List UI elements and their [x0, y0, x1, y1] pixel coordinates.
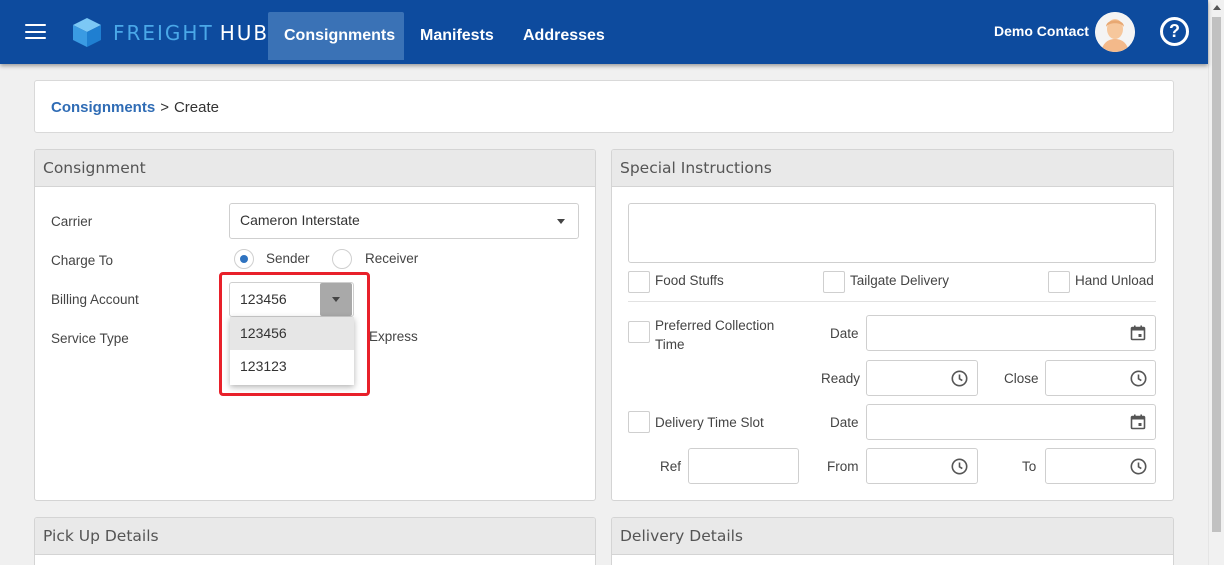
clock-icon[interactable] [1130, 370, 1147, 387]
nav-manifests[interactable]: Manifests [404, 12, 510, 60]
consignment-card-title: Consignment [35, 150, 595, 187]
special-instructions-textarea[interactable] [628, 203, 1156, 263]
pickup-details-card: Pick Up Details [34, 517, 596, 565]
nav-consignments[interactable]: Consignments [268, 12, 404, 60]
service-type-express-label[interactable]: Express [369, 329, 418, 344]
billing-account-option[interactable]: 123123 [230, 350, 354, 383]
charge-to-sender-radio[interactable] [234, 249, 254, 269]
nav-addresses[interactable]: Addresses [507, 12, 621, 60]
ready-label: Ready [821, 371, 861, 386]
from-time-input[interactable] [866, 448, 978, 484]
collection-date-label: Date [830, 326, 859, 341]
tailgate-delivery-checkbox[interactable] [823, 271, 845, 293]
breadcrumb-consignments-link[interactable]: Consignments [51, 99, 155, 116]
menu-icon[interactable] [25, 24, 46, 39]
delivery-details-card-title: Delivery Details [612, 518, 1173, 555]
breadcrumb-current: Create [173, 99, 219, 116]
to-label: To [1022, 459, 1037, 474]
scroll-up-arrow-icon[interactable] [1213, 5, 1221, 10]
caret-down-icon [332, 297, 340, 302]
delivery-time-slot-label[interactable]: Delivery Time Slot [655, 415, 764, 430]
vertical-scrollbar[interactable] [1208, 0, 1224, 565]
billing-account-option[interactable]: 123456 [230, 317, 354, 350]
user-name[interactable]: Demo Contact [994, 23, 1089, 39]
preferred-collection-checkbox[interactable] [628, 321, 650, 343]
billing-account-label: Billing Account [51, 292, 139, 307]
charge-to-sender-label[interactable]: Sender [266, 251, 310, 266]
top-navigation-bar: FREIGHT HUB Consignments Manifests Addres… [0, 0, 1208, 64]
charge-to-receiver-label[interactable]: Receiver [365, 251, 418, 266]
billing-account-dropdown-toggle[interactable] [320, 283, 352, 316]
hand-unload-label[interactable]: Hand Unload [1075, 273, 1154, 288]
service-type-label: Service Type [51, 331, 129, 346]
scroll-thumb[interactable] [1212, 17, 1221, 532]
to-time-input[interactable] [1045, 448, 1156, 484]
charge-to-receiver-radio[interactable] [332, 249, 352, 269]
divider [628, 301, 1156, 302]
calendar-icon[interactable] [1130, 414, 1146, 430]
food-stuffs-checkbox[interactable] [628, 271, 650, 293]
breadcrumb: Consignments > Create [51, 99, 219, 116]
ref-label: Ref [660, 459, 682, 474]
pickup-details-card-title: Pick Up Details [35, 518, 595, 555]
close-label: Close [1004, 371, 1039, 386]
delivery-date-label: Date [830, 415, 859, 430]
delivery-time-slot-checkbox[interactable] [628, 411, 650, 433]
brand-logo-text: FREIGHT HUB [113, 21, 270, 45]
clock-icon[interactable] [951, 370, 968, 387]
delivery-details-card: Delivery Details [611, 517, 1174, 565]
breadcrumb-card: Consignments > Create [34, 80, 1174, 133]
breadcrumb-separator: > [160, 99, 169, 116]
close-time-input[interactable] [1045, 360, 1156, 396]
food-stuffs-label[interactable]: Food Stuffs [655, 273, 724, 288]
chevron-down-icon [557, 219, 565, 224]
special-instructions-card-title: Special Instructions [612, 150, 1173, 187]
clock-icon[interactable] [951, 458, 968, 475]
charge-to-label: Charge To [51, 253, 114, 268]
calendar-icon[interactable] [1130, 325, 1146, 341]
help-icon[interactable]: ? [1160, 17, 1189, 46]
tailgate-delivery-label[interactable]: Tailgate Delivery [850, 273, 949, 288]
preferred-collection-label[interactable]: Preferred Collection Time [655, 316, 795, 354]
billing-account-value: 123456 [240, 291, 287, 307]
avatar-person-icon [1095, 12, 1135, 52]
from-label: From [827, 459, 859, 474]
hand-unload-checkbox[interactable] [1048, 271, 1070, 293]
ref-input[interactable] [688, 448, 799, 484]
carrier-label: Carrier [51, 214, 93, 229]
avatar[interactable] [1095, 12, 1135, 52]
carrier-value: Cameron Interstate [240, 212, 360, 228]
ready-time-input[interactable] [866, 360, 978, 396]
delivery-date-input[interactable] [866, 404, 1156, 440]
billing-account-dropdown-menu: 123456 123123 [230, 317, 354, 385]
collection-date-input[interactable] [866, 315, 1156, 351]
carrier-select[interactable]: Cameron Interstate [229, 203, 579, 239]
logo-cube-icon [73, 18, 101, 47]
clock-icon[interactable] [1130, 458, 1147, 475]
